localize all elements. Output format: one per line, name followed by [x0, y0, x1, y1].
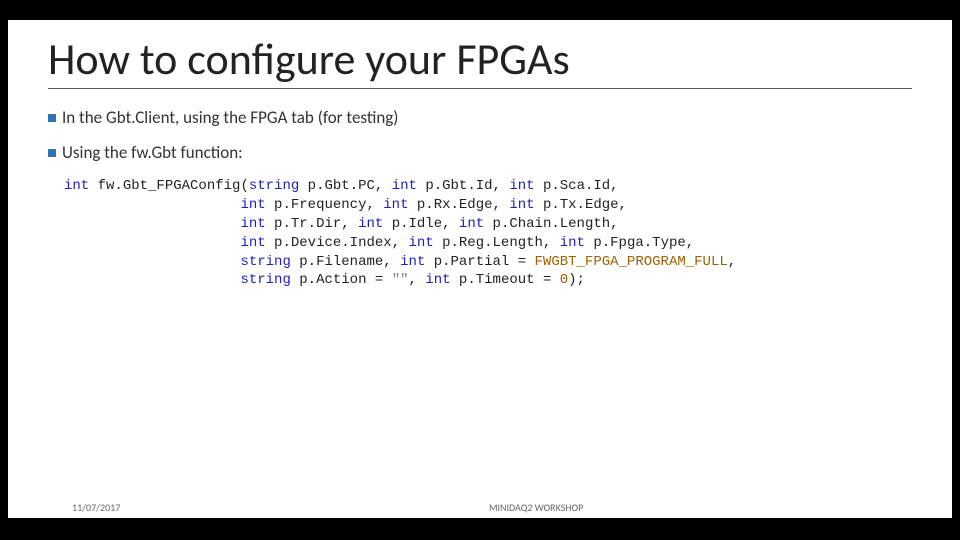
- keyword-int: int: [358, 216, 383, 232]
- code-indent: [64, 216, 240, 232]
- code-param: p.Chain.Length,: [484, 216, 618, 232]
- code-const: FWGBT_FPGA_PROGRAM_FULL: [535, 254, 728, 270]
- bullet-text: Using the fw.Gbt function:: [62, 142, 243, 163]
- code-indent: [64, 235, 240, 251]
- bullet-item: In the Gbt.Client, using the FPGA tab (f…: [48, 107, 912, 128]
- footer-date: 11/07/2017: [8, 501, 120, 514]
- bullet-text: In the Gbt.Client, using the FPGA tab (f…: [62, 107, 398, 128]
- keyword-string: string: [240, 254, 290, 270]
- keyword-int: int: [408, 235, 433, 251]
- keyword-int: int: [400, 254, 425, 270]
- slide-title: How to configure your FPGAs: [8, 20, 952, 88]
- code-close: );: [568, 272, 585, 288]
- code-comma: ,: [728, 254, 736, 270]
- code-fn: fw.Gbt_FPGAConfig(: [89, 178, 249, 194]
- code-indent: [64, 272, 240, 288]
- keyword-int: int: [240, 197, 265, 213]
- slide-body: In the Gbt.Client, using the FPGA tab (f…: [8, 89, 952, 290]
- code-param: p.Tr.Dir,: [266, 216, 358, 232]
- keyword-int: int: [392, 178, 417, 194]
- code-indent: [64, 197, 240, 213]
- code-param: p.Reg.Length,: [434, 235, 560, 251]
- keyword-int: int: [240, 235, 265, 251]
- footer-title: MINIDAQ2 WORKSHOP: [120, 501, 952, 514]
- bullet-square-icon: [48, 149, 56, 157]
- keyword-int: int: [560, 235, 585, 251]
- keyword-int: int: [240, 216, 265, 232]
- keyword-string: string: [249, 178, 299, 194]
- code-string-literal: "": [392, 272, 409, 288]
- keyword-int: int: [509, 197, 534, 213]
- bullet-item: Using the fw.Gbt function:: [48, 142, 912, 163]
- code-param: p.Rx.Edge,: [409, 197, 510, 213]
- keyword-int: int: [64, 178, 89, 194]
- code-param: p.Tx.Edge,: [535, 197, 627, 213]
- code-const: 0: [560, 272, 568, 288]
- code-param: p.Filename,: [291, 254, 400, 270]
- code-param: p.Gbt.Id,: [417, 178, 509, 194]
- code-param: p.Fpga.Type,: [585, 235, 694, 251]
- code-param: p.Action =: [291, 272, 392, 288]
- code-comma: ,: [409, 272, 417, 288]
- keyword-int: int: [425, 272, 450, 288]
- code-indent: [64, 254, 240, 270]
- keyword-string: string: [240, 272, 290, 288]
- code-param: p.Partial =: [425, 254, 534, 270]
- bullet-square-icon: [48, 114, 56, 122]
- slide: How to configure your FPGAs In the Gbt.C…: [8, 20, 952, 518]
- keyword-int: int: [383, 197, 408, 213]
- keyword-int: int: [509, 178, 534, 194]
- code-param: p.Timeout =: [451, 272, 560, 288]
- code-param: p.Idle,: [383, 216, 459, 232]
- keyword-int: int: [459, 216, 484, 232]
- code-param: p.Device.Index,: [266, 235, 409, 251]
- code-param: p.Frequency,: [266, 197, 384, 213]
- slide-footer: 11/07/2017 MINIDAQ2 WORKSHOP: [8, 496, 952, 518]
- code-param: p.Sca.Id,: [535, 178, 619, 194]
- code-param: p.Gbt.PC,: [299, 178, 391, 194]
- code-block: int fw.Gbt_FPGAConfig(string p.Gbt.PC, i…: [48, 177, 912, 290]
